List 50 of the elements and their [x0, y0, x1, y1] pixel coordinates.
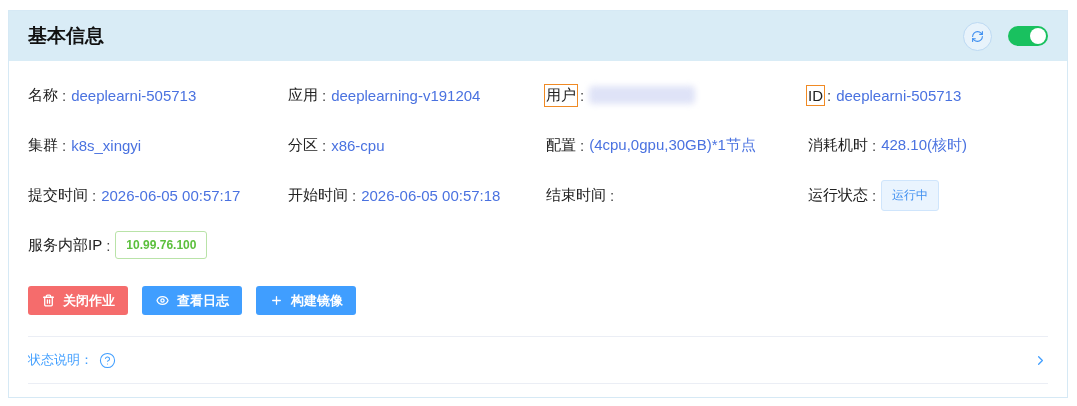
plus-icon	[269, 294, 283, 307]
field-label: 用户	[546, 85, 576, 105]
colon: :	[322, 86, 327, 104]
card-title: 基本信息	[28, 24, 104, 48]
field-value: x86-cpu	[331, 136, 385, 154]
colon: :	[62, 86, 67, 104]
field-value: (4cpu,0gpu,30GB)*1节点	[589, 135, 756, 155]
colon: :	[610, 186, 615, 204]
refresh-icon	[971, 29, 984, 43]
field-label: 结束时间	[546, 185, 606, 205]
field-value: deeplearni-505713	[71, 86, 197, 104]
colon: :	[92, 186, 97, 204]
action-button[interactable]: 查看日志	[142, 286, 242, 315]
field-value: deeplearning-v191204	[331, 86, 481, 104]
field-value: 2026-06-05 00:57:17	[101, 186, 241, 204]
field-label: ID	[808, 86, 823, 104]
colon: :	[580, 86, 585, 104]
field-label: 分区	[288, 135, 318, 155]
ip-tag: 10.99.76.100	[115, 231, 208, 259]
status-note-row[interactable]: 状态说明：	[28, 337, 1048, 384]
refresh-button[interactable]	[963, 21, 992, 51]
help-icon	[99, 351, 116, 369]
action-button[interactable]: 构建镜像	[256, 286, 356, 315]
field-label: 开始时间	[288, 185, 348, 205]
toggle-switch[interactable]	[1008, 26, 1048, 46]
field-label: 应用	[288, 85, 318, 105]
field-value: 428.10(核时)	[881, 135, 968, 155]
trash-icon	[41, 294, 55, 307]
status-note-label: 状态说明：	[28, 351, 93, 369]
field-label: 集群	[28, 135, 58, 155]
field-label: 提交时间	[28, 185, 88, 205]
field-label: 消耗机时	[808, 135, 868, 155]
colon: :	[352, 186, 357, 204]
field-label: 配置	[546, 135, 576, 155]
colon: :	[872, 186, 877, 204]
colon: :	[827, 86, 832, 104]
field-label: 服务内部IP	[28, 235, 103, 255]
eye-icon	[155, 294, 169, 307]
field-label: 名称	[28, 85, 58, 105]
colon: :	[322, 136, 327, 154]
field-value: deeplearni-505713	[836, 86, 962, 104]
colon: :	[106, 236, 111, 254]
colon: :	[580, 136, 585, 154]
action-button[interactable]: 关闭作业	[28, 286, 128, 315]
colon: :	[872, 136, 877, 154]
field-value: 2026-06-05 00:57:18	[361, 186, 501, 204]
status-tag: 运行中	[881, 179, 940, 211]
field-label: 运行状态	[808, 185, 868, 205]
colon: :	[62, 136, 67, 154]
field-value: k8s_xingyi	[71, 136, 142, 154]
